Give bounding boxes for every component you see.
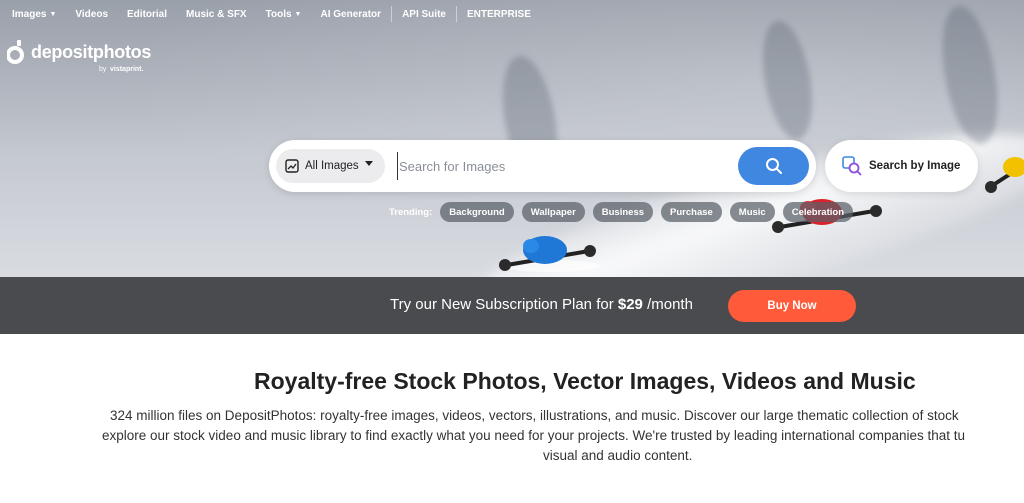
buy-now-button[interactable]: Buy Now bbox=[728, 290, 856, 322]
nav-videos-label: Videos bbox=[75, 8, 109, 20]
depositphotos-logo-icon bbox=[7, 40, 24, 64]
search-type-label: All Images bbox=[305, 160, 359, 172]
description-line: 324 million files on DepositPhotos: roya… bbox=[110, 408, 959, 423]
nav-ai-generator-label: AI Generator bbox=[320, 8, 382, 20]
chevron-down-icon: ▼ bbox=[49, 10, 57, 18]
trending-label: Trending: bbox=[389, 206, 433, 218]
nav-images-label: Images bbox=[12, 8, 47, 20]
nav-tools[interactable]: Tools ▼ bbox=[266, 9, 302, 20]
nav-editorial[interactable]: Editorial bbox=[127, 9, 167, 20]
nav-images[interactable]: Images ▼ bbox=[12, 9, 56, 20]
trending-chip[interactable]: Purchase bbox=[661, 202, 722, 222]
trending-tags: Trending: Background Wallpaper Business … bbox=[389, 202, 861, 222]
search-button[interactable] bbox=[738, 147, 809, 185]
search-bar: All Images bbox=[269, 140, 816, 192]
nav-ai-generator[interactable]: AI Generator bbox=[320, 9, 381, 20]
nav-enterprise-label: ENTERPRISE bbox=[466, 8, 531, 20]
promo-text-after: /month bbox=[642, 296, 693, 313]
logo-by: by bbox=[99, 66, 107, 73]
nav-videos[interactable]: Videos bbox=[75, 9, 108, 20]
nav-api-suite-label: API Suite bbox=[402, 8, 446, 20]
page-title: Royalty-free Stock Photos, Vector Images… bbox=[254, 368, 916, 394]
description-line: explore our stock video and music librar… bbox=[102, 428, 966, 443]
hero-banner bbox=[0, 0, 1024, 277]
promo-text: Try our New Subscription Plan for $29 /m… bbox=[390, 296, 693, 313]
nav-editorial-label: Editorial bbox=[127, 8, 168, 20]
search-type-select[interactable]: All Images bbox=[276, 149, 385, 183]
trending-chip[interactable]: Wallpaper bbox=[521, 202, 585, 222]
trending-chip[interactable]: Business bbox=[592, 202, 654, 222]
chevron-down-icon bbox=[365, 161, 373, 166]
logo-partner: vistaprint. bbox=[110, 66, 144, 73]
nav-music-sfx-label: Music & SFX bbox=[186, 8, 247, 20]
nav-divider bbox=[455, 6, 457, 22]
promo-text-before: Try our New Subscription Plan for bbox=[390, 296, 618, 313]
page-description: 324 million files on DepositPhotos: roya… bbox=[90, 406, 1024, 466]
search-input[interactable] bbox=[397, 152, 727, 180]
description-line: visual and audio content. bbox=[543, 448, 693, 463]
nav-enterprise[interactable]: ENTERPRISE bbox=[467, 9, 531, 20]
nav-divider bbox=[391, 6, 393, 22]
search-by-image-label: Search by Image bbox=[869, 160, 961, 172]
logo-wordmark: depositphotos bbox=[31, 42, 152, 62]
trending-chip[interactable]: Celebration bbox=[782, 202, 853, 222]
trending-chip[interactable]: Background bbox=[440, 202, 514, 222]
cyclist-blue bbox=[499, 236, 600, 272]
top-nav: Images ▼ Videos Editorial Music & SFX Too… bbox=[0, 0, 1024, 28]
nav-tools-label: Tools bbox=[265, 8, 292, 20]
search-icon bbox=[765, 158, 782, 174]
nav-music-sfx[interactable]: Music & SFX bbox=[186, 9, 247, 20]
search-by-image-button[interactable]: Search by Image bbox=[825, 140, 978, 192]
image-icon bbox=[285, 159, 299, 173]
nav-api-suite[interactable]: API Suite bbox=[402, 9, 446, 20]
promo-price: $29 bbox=[617, 296, 643, 313]
chevron-down-icon: ▼ bbox=[294, 10, 302, 18]
trending-chip[interactable]: Music bbox=[729, 202, 775, 222]
image-search-icon bbox=[842, 156, 862, 176]
cyclist-yellow bbox=[985, 157, 1024, 193]
promo-banner: Try our New Subscription Plan for $29 /m… bbox=[0, 277, 1024, 334]
